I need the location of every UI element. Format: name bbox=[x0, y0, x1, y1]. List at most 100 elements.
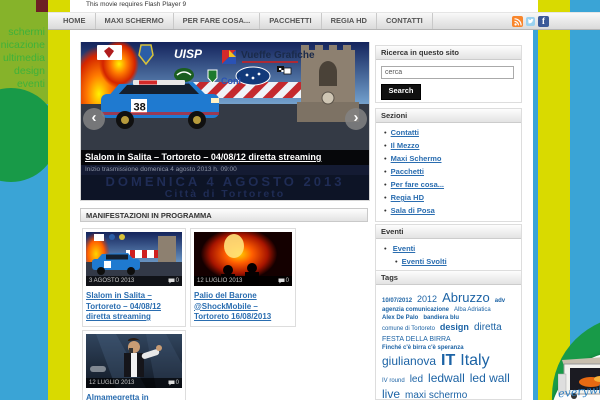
tag-link[interactable]: giulianova bbox=[382, 355, 436, 368]
sezioni-item: Pacchetti bbox=[384, 165, 521, 178]
search-button[interactable]: Search bbox=[381, 84, 421, 100]
sidebar-link-eventi[interactable]: Eventi bbox=[393, 244, 416, 253]
tag-link[interactable]: Italy bbox=[460, 353, 489, 370]
uisp-logo-text: UISP bbox=[174, 47, 203, 61]
sidebar-link-contatti[interactable]: Contatti bbox=[391, 128, 419, 137]
page-canvas: schermi nicazione ultimedia design eventi ev… bbox=[0, 0, 600, 400]
left-banner-word: design bbox=[14, 65, 45, 77]
right-yellow-stripe bbox=[538, 0, 570, 400]
card-date: 12 LUGLIO 2013 bbox=[89, 380, 135, 386]
tag-link[interactable]: Abruzzo bbox=[442, 291, 490, 305]
tag-link[interactable]: bandiera blu bbox=[423, 315, 459, 321]
tag-link[interactable]: led wall bbox=[470, 372, 510, 385]
flash-notice-text: This movie requires Flash Player 9 bbox=[86, 1, 187, 8]
sidebar-link-pacchetti[interactable]: Pacchetti bbox=[391, 167, 424, 176]
sezioni-item: Sala di Posa bbox=[384, 204, 521, 217]
card-image-fire[interactable]: 12 LUGLIO 2013 0 bbox=[194, 232, 292, 286]
search-input[interactable] bbox=[381, 66, 514, 79]
card-date: 12 LUGLIO 2013 bbox=[197, 278, 243, 284]
left-banner-word: nicazione bbox=[0, 39, 45, 51]
card-title-link[interactable]: Palio del Barone @ShockMobile – Tortoret… bbox=[194, 291, 292, 323]
nav-item-pacchetti[interactable]: PACCHETTI bbox=[260, 13, 322, 29]
eventi-child-item: Eventi Svolti bbox=[395, 255, 521, 268]
sidebar-link-regia-hd[interactable]: Regia HD bbox=[391, 193, 424, 202]
search-widget-title: Ricerca in questo sito bbox=[376, 46, 521, 60]
nav-item-home[interactable]: HOME bbox=[54, 13, 96, 29]
nav-menu: HOME MAXI SCHERMO PER FARE COSA... PACCHETT… bbox=[48, 13, 433, 29]
left-banner-word: eventi bbox=[16, 78, 45, 90]
comment-count: 0 bbox=[278, 278, 289, 284]
comment-count-value: 0 bbox=[175, 380, 179, 386]
poster-caption-line2: Città di Tortoreto bbox=[164, 188, 286, 200]
sidebar-link-eventi-svolti[interactable]: Eventi Svolti bbox=[402, 257, 447, 266]
tag-link[interactable]: 2012 bbox=[417, 294, 437, 304]
poster-caption-line1: DOMENICA 4 AGOSTO 2013 bbox=[105, 174, 345, 189]
comment-count: 0 bbox=[168, 380, 179, 386]
card-date-bar: 12 LUGLIO 2013 0 bbox=[194, 276, 292, 286]
left-banner-words: schermi nicazione ultimedia design eventi bbox=[0, 26, 45, 91]
tag-link[interactable]: comune di Tortoreto bbox=[382, 326, 435, 332]
tag-link[interactable]: agenzia comunicazione bbox=[382, 307, 449, 313]
sezioni-item: Per fare cosa... bbox=[384, 178, 521, 191]
tag-link[interactable]: design bbox=[440, 322, 469, 332]
poster-caption: DOMENICA 4 AGOSTO 2013 Città di Tortoret… bbox=[81, 175, 369, 200]
sezioni-item: Maxi Schermo bbox=[384, 152, 521, 165]
event-card: 12 LUGLIO 2013 0 Palio del Barone @Shock… bbox=[190, 228, 296, 327]
tags-widget-title: Tags bbox=[376, 271, 521, 285]
tag-link[interactable]: Alex De Palo bbox=[382, 315, 418, 321]
tag-link[interactable]: IT bbox=[441, 353, 455, 370]
sidebar-link-sala-di-posa[interactable]: Sala di Posa bbox=[391, 206, 435, 215]
tag-link[interactable]: adv bbox=[495, 298, 505, 304]
sezioni-item: Il Mezzo bbox=[384, 139, 521, 152]
sezioni-item: Contatti bbox=[384, 126, 521, 139]
sezioni-list: Contatti Il Mezzo Maxi Schermo Pacchetti Per… bbox=[376, 126, 521, 217]
card-image-singer[interactable]: 12 LUGLIO 2013 0 bbox=[86, 334, 182, 388]
sezioni-widget: Sezioni Contatti Il Mezzo Maxi Schermo Pacc… bbox=[375, 108, 522, 222]
featured-slider[interactable]: UISP Coni Vueffe Grafiche 38 Slalom in S… bbox=[80, 42, 370, 201]
tag-link[interactable]: FESTA DELLA BIRRA bbox=[382, 336, 451, 343]
left-banner-word: ultimedia bbox=[2, 52, 45, 64]
tag-link[interactable]: IV round bbox=[382, 378, 405, 384]
twitter-icon[interactable] bbox=[526, 17, 535, 26]
card-image-car[interactable]: 3 AGOSTO 2013 0 bbox=[86, 232, 182, 286]
tag-link[interactable]: Alba Adriatica bbox=[454, 307, 491, 313]
comment-bubble-icon bbox=[168, 380, 175, 386]
slider-poster-image[interactable]: UISP Coni Vueffe Grafiche 38 bbox=[81, 42, 369, 150]
car-number: 38 bbox=[134, 102, 146, 114]
sidebar-link-per-fare-cosa[interactable]: Per fare cosa... bbox=[391, 180, 444, 189]
left-yellow-stripe bbox=[48, 0, 70, 400]
sidebar-link-il-mezzo[interactable]: Il Mezzo bbox=[391, 141, 420, 150]
tag-link[interactable]: 10/07/2012 bbox=[382, 298, 412, 304]
tag-link[interactable]: live bbox=[382, 388, 400, 400]
event-card: 3 AGOSTO 2013 0 Slalom in Salita – Torto… bbox=[82, 228, 186, 327]
tag-link[interactable]: led bbox=[410, 375, 423, 386]
tag-link[interactable]: diretta bbox=[474, 323, 502, 334]
comment-count-value: 0 bbox=[175, 278, 179, 284]
facebook-icon[interactable]: f bbox=[538, 16, 549, 27]
nav-item-contatti[interactable]: CONTATTI bbox=[377, 13, 433, 29]
tag-link[interactable]: maxi schermo bbox=[405, 390, 467, 400]
tag-link[interactable]: ledwall bbox=[428, 372, 465, 385]
card-title-link[interactable]: Almamegretta in concerto bbox=[86, 393, 182, 400]
tags-widget: Tags 10/07/2012 2012 Abruzzo adv agenzia com… bbox=[375, 270, 522, 400]
search-widget: Ricerca in questo sito Search bbox=[375, 45, 522, 103]
rss-icon[interactable] bbox=[512, 16, 523, 27]
comment-count: 0 bbox=[168, 278, 179, 284]
tag-link[interactable]: Finché c'è birra c'è speranza bbox=[382, 345, 464, 351]
card-title-link[interactable]: Slalom in Salita – Tortoreto – 04/08/12 … bbox=[86, 291, 182, 323]
eventi-widget-title: Eventi bbox=[376, 225, 521, 239]
slider-prev-button[interactable]: ‹ bbox=[83, 108, 105, 130]
sezioni-item: Regia HD bbox=[384, 191, 521, 204]
flash-notice-strip: This movie requires Flash Player 9 bbox=[70, 0, 538, 12]
card-date-bar: 12 LUGLIO 2013 0 bbox=[86, 378, 182, 388]
slider-next-button[interactable]: › bbox=[345, 108, 367, 130]
main-navbar: HOME MAXI SCHERMO PER FARE COSA... PACCHETT… bbox=[48, 12, 600, 30]
card-date-bar: 3 AGOSTO 2013 0 bbox=[86, 276, 182, 286]
nav-item-per-fare-cosa[interactable]: PER FARE COSA... bbox=[174, 13, 261, 29]
card-date: 3 AGOSTO 2013 bbox=[89, 278, 135, 284]
sidebar-link-maxi-schermo[interactable]: Maxi Schermo bbox=[391, 154, 442, 163]
comment-bubble-icon bbox=[168, 278, 175, 284]
nav-item-regia-hd[interactable]: REGIA HD bbox=[322, 13, 377, 29]
slider-title-link[interactable]: Slalom in Salita – Tortoreto – 04/08/12 … bbox=[81, 150, 369, 165]
nav-item-maxi-schermo[interactable]: MAXI SCHERMO bbox=[96, 13, 174, 29]
